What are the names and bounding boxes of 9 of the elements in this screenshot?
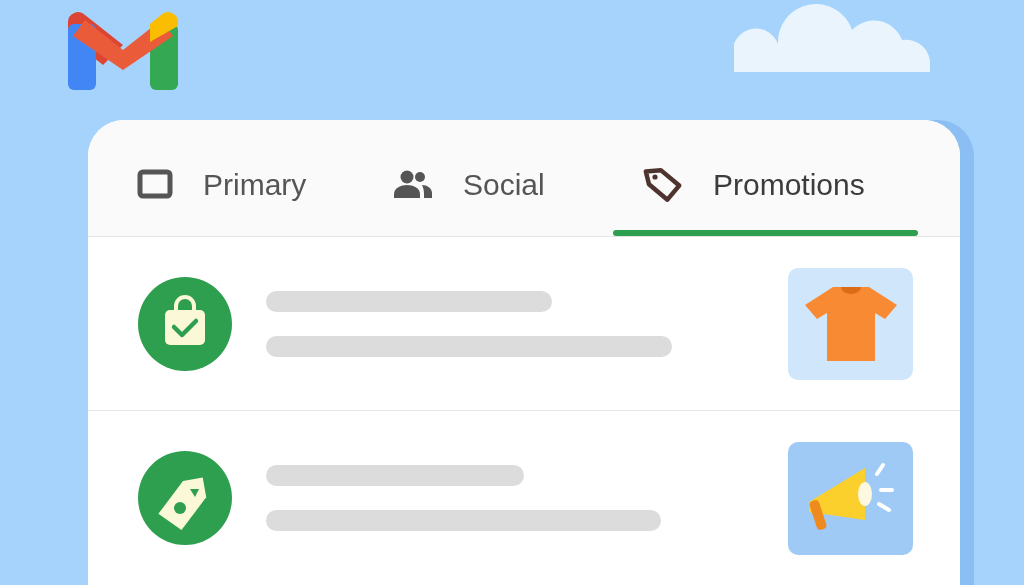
shopping-bag-icon [138, 276, 232, 371]
tab[interactable]: Promotions [613, 120, 918, 236]
t-shirt-icon [802, 284, 899, 363]
price-tag-icon [138, 451, 232, 545]
tab[interactable]: Social [375, 120, 595, 236]
tab[interactable]: Primary [120, 120, 360, 236]
inbox-icon [137, 169, 173, 199]
m-logo-icon [68, 12, 178, 90]
people-icon [393, 169, 433, 199]
